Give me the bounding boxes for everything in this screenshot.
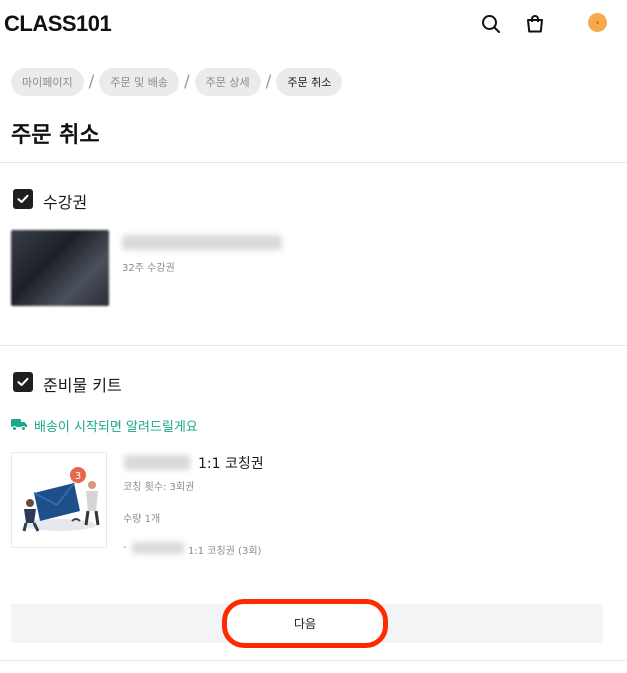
- kit-title: 1:1 코칭권: [198, 456, 264, 472]
- divider: [0, 660, 627, 661]
- kit-section-label: 준비물 키트: [43, 376, 122, 395]
- option-detail: 1:1 코칭권 (3회): [188, 546, 262, 557]
- truck-icon: [11, 416, 28, 435]
- search-icon[interactable]: [479, 12, 503, 36]
- shopping-bag-icon[interactable]: [523, 12, 547, 36]
- avatar[interactable]: [588, 13, 607, 32]
- next-button[interactable]: 다음: [222, 599, 388, 648]
- kit-checkbox[interactable]: [13, 372, 33, 392]
- pass-section-label: 수강권: [43, 193, 88, 212]
- breadcrumb-orders[interactable]: 주문 및 배송: [99, 68, 179, 96]
- shipping-notice-text: 배송이 시작되면 알려드릴게요: [34, 420, 198, 435]
- divider: [0, 345, 627, 346]
- breadcrumb-mypage[interactable]: 마이페이지: [11, 68, 84, 96]
- breadcrumb-separator: /: [183, 72, 190, 92]
- page-title: 주문 취소: [11, 123, 100, 148]
- quantity: 수량 1개: [123, 514, 161, 525]
- breadcrumb: 마이페이지 / 주문 및 배송 / 주문 상세 / 주문 취소: [11, 68, 343, 96]
- shipping-notice: 배송이 시작되면 알려드릴게요: [11, 416, 198, 435]
- blurred-kit-title: [124, 455, 190, 470]
- breadcrumb-separator: /: [265, 72, 272, 92]
- divider: [0, 162, 627, 163]
- class101-logo[interactable]: CLASS101: [4, 11, 112, 37]
- class-thumbnail: [11, 230, 109, 306]
- blurred-class-title: [122, 235, 282, 250]
- top-header: CLASS101: [0, 0, 627, 48]
- breadcrumb-separator: /: [88, 72, 95, 92]
- kit-thumbnail: 3: [11, 452, 107, 548]
- coaching-count: 코칭 횟수: 3회권: [123, 482, 195, 493]
- pass-duration: 32주 수강권: [122, 263, 175, 274]
- breadcrumb-order-detail[interactable]: 주문 상세: [194, 68, 261, 96]
- breadcrumb-order-cancel: 주문 취소: [276, 68, 343, 96]
- pass-checkbox[interactable]: [13, 189, 33, 209]
- svg-text:3: 3: [75, 471, 81, 482]
- blurred-option-name: [132, 542, 184, 554]
- option-prefix: -: [123, 542, 127, 553]
